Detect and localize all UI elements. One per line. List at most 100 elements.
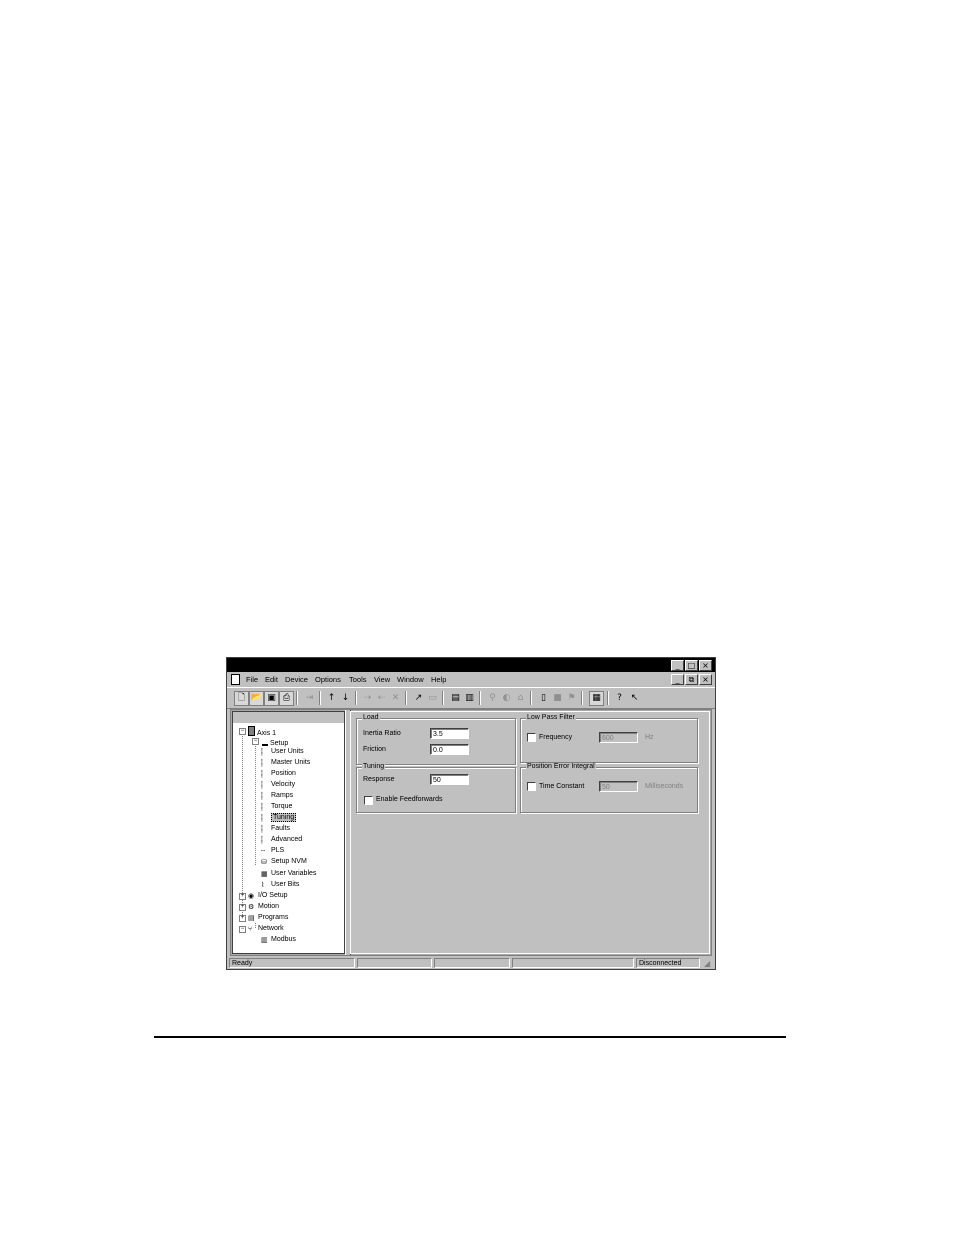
leaf-icon: ⸽	[261, 793, 263, 800]
collapse-network-icon[interactable]: −	[239, 926, 246, 933]
menu-edit[interactable]: Edit	[265, 675, 278, 684]
inertia-ratio-label: Inertia Ratio	[363, 730, 401, 737]
friction-input[interactable]: 0.0	[430, 744, 469, 755]
block-icon[interactable]: ■	[550, 691, 565, 706]
menu-device[interactable]: Device	[285, 675, 308, 684]
page-divider	[154, 1036, 786, 1038]
flag-icon[interactable]: ⚑	[564, 691, 579, 706]
bits-icon: ⌇	[261, 882, 265, 889]
feedforwards-label: Enable Feedforwards	[376, 796, 443, 803]
settings-icon[interactable]: ⌂	[513, 691, 528, 706]
status-bar: Ready Disconnected ◢	[227, 957, 715, 969]
expand-motion-icon[interactable]: +	[239, 904, 246, 911]
leaf-icon: ⸽	[261, 815, 263, 822]
tree-motion[interactable]: ⚙ Motion	[248, 902, 279, 911]
tree-item-position[interactable]: ⸽ Position	[261, 769, 296, 778]
time-constant-checkbox[interactable]	[527, 782, 536, 791]
response-label: Response	[363, 776, 395, 783]
tree-programs[interactable]: ▤ Programs	[248, 913, 288, 922]
leaf-icon: ⸽	[261, 826, 263, 833]
open-icon[interactable]: 📂	[249, 691, 264, 706]
collapse-axis-icon[interactable]: −	[239, 728, 246, 735]
tree-group-label: Programs	[258, 914, 289, 921]
tree-item-faults[interactable]: ⸽ Faults	[261, 824, 290, 833]
load-group: Load Inertia Ratio 3.5 Friction 0.0	[356, 714, 516, 765]
tree-item-velocity[interactable]: ⸽ Velocity	[261, 780, 295, 789]
response-input[interactable]: 50	[430, 774, 469, 785]
status-ready: Ready	[229, 958, 355, 968]
tree-item-pls[interactable]: ┄ PLS	[261, 846, 284, 855]
connect-icon[interactable]: ⇢	[360, 691, 375, 706]
status-pane-2	[357, 958, 432, 968]
delete-icon[interactable]: ✕	[388, 691, 403, 706]
context-help-icon[interactable]: ↖	[627, 691, 642, 706]
tree-item-modbus[interactable]: ▥ Modbus	[261, 935, 296, 944]
search-icon[interactable]: ⚲	[485, 691, 500, 706]
tree-io-setup[interactable]: ◉ I/O Setup	[248, 891, 288, 900]
resize-grip-icon[interactable]: ◢	[704, 959, 713, 968]
tree-item-user-variables[interactable]: ▦ User Variables	[261, 869, 316, 878]
menu-bar: File Edit Device Options Tools View Wind…	[227, 673, 715, 686]
new-icon[interactable]: 🗋	[234, 691, 249, 706]
tuning-panel: Load Inertia Ratio 3.5 Friction 0.0 Tuni…	[350, 711, 710, 954]
variables-icon: ▦	[261, 871, 268, 878]
tree-item-user-units[interactable]: ⸽ User Units	[261, 747, 304, 756]
window-icon[interactable]: ▦	[589, 691, 604, 706]
low-pass-checkbox[interactable]	[527, 733, 536, 742]
io-icon: ◉	[248, 893, 255, 900]
leaf-icon: ⸽	[261, 804, 263, 811]
menu-file[interactable]: File	[246, 675, 258, 684]
close-button[interactable]: ×	[699, 660, 712, 671]
import-icon[interactable]: ⇥	[302, 691, 317, 706]
upload-icon[interactable]: ↑	[324, 691, 339, 706]
frequency-input[interactable]: 600	[599, 732, 638, 743]
save-flash-icon[interactable]: ▯	[536, 691, 551, 706]
tree-item-user-bits[interactable]: ⌇ User Bits	[261, 880, 299, 889]
mdi-close-button[interactable]: ×	[699, 674, 712, 685]
tree-item-ramps[interactable]: ⸽ Ramps	[261, 791, 293, 800]
project-tree[interactable]: − Axis 1 − Setup ⸽ User Units ⸽ Master Uni…	[232, 711, 345, 954]
help-book-icon[interactable]: ?	[612, 691, 627, 706]
tree-network[interactable]: ⑂ Network	[248, 924, 284, 933]
tree-item-master-units[interactable]: ⸽ Master Units	[261, 758, 310, 767]
maximize-button[interactable]: □	[685, 660, 698, 671]
time-constant-input[interactable]: 50	[599, 781, 638, 792]
tree-item-label: User Variables	[271, 870, 317, 877]
run-icon[interactable]: ↗	[411, 691, 426, 706]
menu-help[interactable]: Help	[431, 675, 446, 684]
tree-item-torque[interactable]: ⸽ Torque	[261, 802, 292, 811]
menu-tools[interactable]: Tools	[349, 675, 367, 684]
expand-programs-icon[interactable]: +	[239, 915, 246, 922]
collapse-setup-icon[interactable]: −	[252, 738, 259, 745]
status-pane-4	[512, 958, 634, 968]
tree-item-advanced[interactable]: ⸽ Advanced	[261, 835, 302, 844]
mdi-minimize-button[interactable]: _	[671, 674, 684, 685]
tree-item-setup-nvm[interactable]: ⛁ Setup NVM	[261, 857, 307, 866]
tree-item-label: Ramps	[271, 792, 294, 799]
menu-options[interactable]: Options	[315, 675, 341, 684]
pls-icon: ┄	[261, 848, 266, 855]
app-icon[interactable]	[231, 674, 240, 685]
download-icon[interactable]: ↓	[338, 691, 353, 706]
stop-icon[interactable]: ▭	[425, 691, 440, 706]
title-bar: _ □ ×	[227, 658, 715, 672]
copy-icon[interactable]: ▤	[448, 691, 463, 706]
tree-item-label: Modbus	[271, 936, 296, 943]
tree-setup-label: Setup	[270, 740, 289, 747]
paste-icon[interactable]: ▥	[462, 691, 477, 706]
menu-window[interactable]: Window	[397, 675, 424, 684]
inertia-ratio-input[interactable]: 3.5	[430, 728, 469, 739]
network-icon: ⑂	[248, 926, 253, 933]
disconnect-icon[interactable]: ⇠	[374, 691, 389, 706]
leaf-icon: ⸽	[261, 749, 263, 756]
feedforwards-checkbox[interactable]	[364, 796, 373, 805]
expand-io-icon[interactable]: +	[239, 893, 246, 900]
help-icon[interactable]: ◐	[499, 691, 514, 706]
mdi-restore-button[interactable]: ⧉	[685, 674, 698, 685]
tree-item-tuning[interactable]: ⸽ Tuning	[261, 813, 297, 822]
print-icon[interactable]: ⎙	[279, 691, 294, 706]
menu-view[interactable]: View	[374, 675, 390, 684]
position-error-integral-title: Position Error Integral	[526, 763, 596, 770]
minimize-button[interactable]: _	[671, 660, 684, 671]
save-icon[interactable]: ▣	[264, 691, 279, 706]
